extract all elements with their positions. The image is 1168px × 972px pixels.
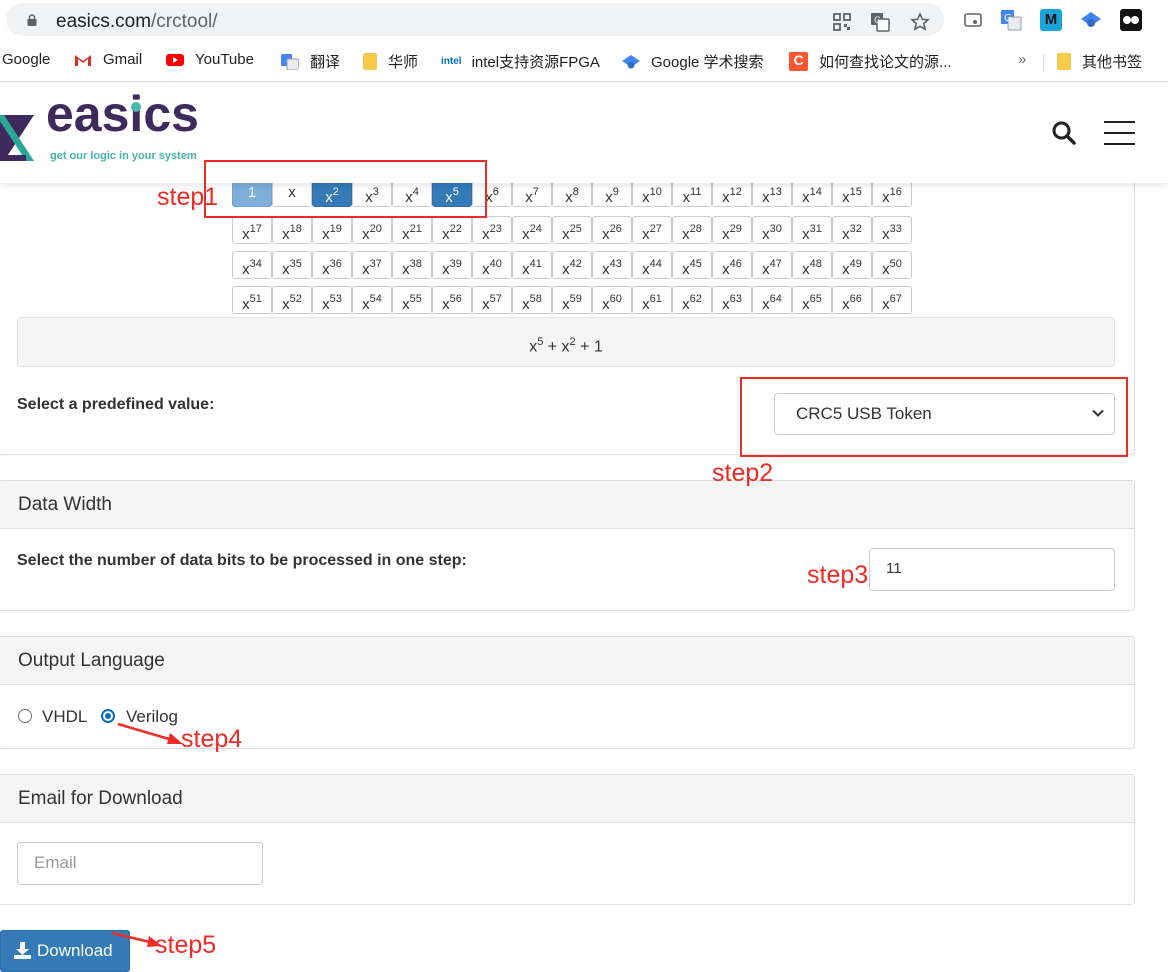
step4-arrow xyxy=(117,722,183,744)
step5-arrow xyxy=(111,931,162,947)
annotation-arrows xyxy=(111,722,183,947)
